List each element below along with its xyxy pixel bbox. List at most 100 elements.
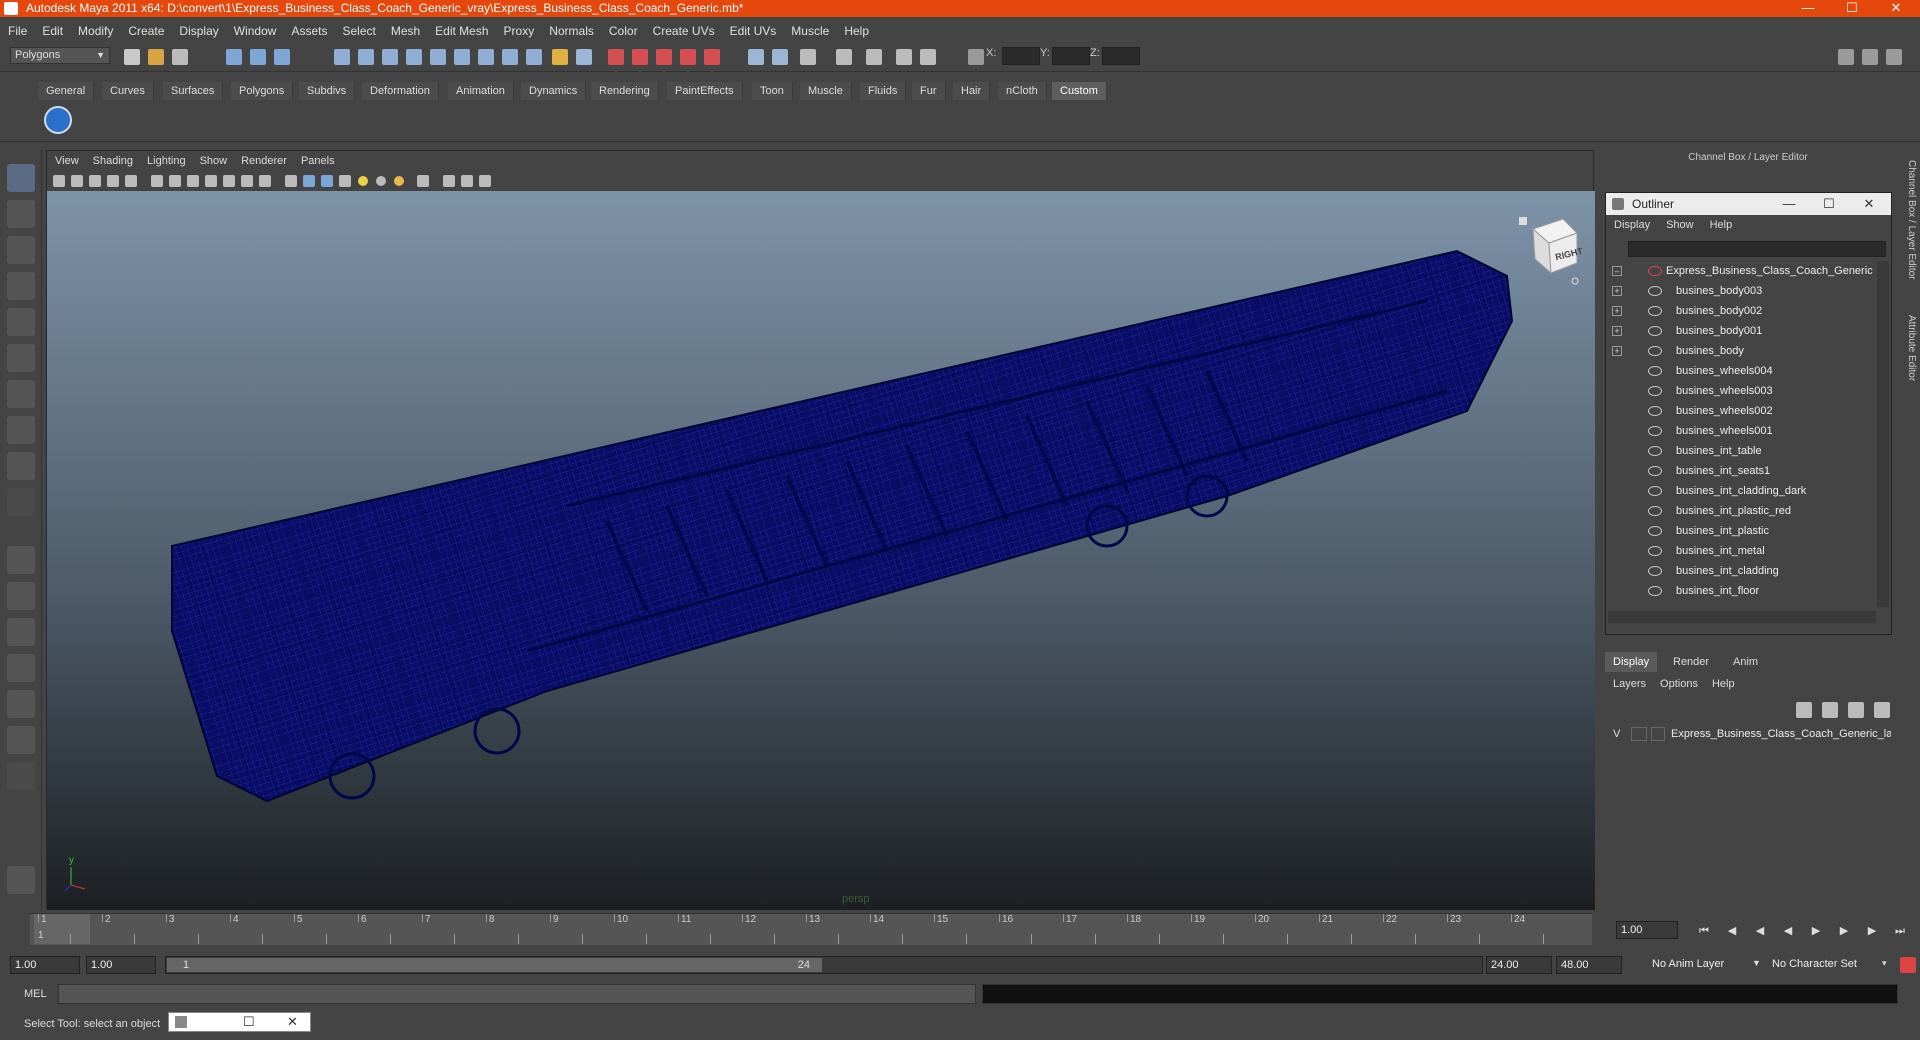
move-tool-icon[interactable] [7,272,35,300]
outliner-item[interactable]: busines_wheels001 [1606,421,1876,441]
playback-end-field[interactable]: 24.00 [1486,956,1552,974]
pick-mask-2-icon[interactable] [358,49,374,65]
shelf-tab-curves[interactable]: Curves [102,82,154,100]
shelf-tab-dynamics[interactable]: Dynamics [521,82,587,100]
menu-select[interactable]: Select [342,24,375,38]
minimized-window-tab[interactable]: ☐ ✕ [168,1012,311,1032]
menu-mesh[interactable]: Mesh [391,24,420,38]
outliner-minimize-icon[interactable]: — [1769,193,1809,215]
menu-edit-mesh[interactable]: Edit Mesh [435,24,488,38]
input-line-icon[interactable] [866,49,882,65]
pick-mask-icon[interactable] [334,49,350,65]
menu-set-dropdown[interactable]: Polygons ▼ [10,47,110,64]
perspective-outliner-layout-icon[interactable] [7,618,35,646]
pick-mask-6-icon[interactable] [454,49,470,65]
menu-normals[interactable]: Normals [549,24,594,38]
character-set-dropdown[interactable]: No Character Set [1768,956,1878,974]
outliner-item[interactable]: busines_wheels002 [1606,401,1876,421]
menu-proxy[interactable]: Proxy [504,24,535,38]
snap-to-point-icon[interactable] [608,49,624,65]
soft-modification-icon[interactable] [7,416,35,444]
layout-options-icon[interactable] [7,762,35,790]
hypershade-icon[interactable] [836,49,852,65]
rotate-tool-icon[interactable] [7,308,35,336]
outliner-horizontal-scrollbar[interactable] [1608,611,1876,623]
command-history-icon[interactable] [7,866,35,894]
show-channel-box-icon[interactable] [1886,49,1902,65]
help-question-icon[interactable] [526,49,542,65]
universal-manipulator-icon[interactable] [7,380,35,408]
playback-start-field[interactable]: 1.00 [86,956,156,974]
expand-icon[interactable]: + [1612,346,1622,356]
outliner-item[interactable]: busines_int_floor [1606,581,1876,601]
show-attribute-editor-icon[interactable] [1838,49,1854,65]
coach-wireframe-model[interactable] [47,191,1595,910]
last-tool-icon[interactable] [7,488,35,516]
paint-select-tool-icon[interactable] [7,236,35,264]
expand-icon[interactable]: + [1612,326,1622,336]
layer-template-toggle[interactable] [1631,727,1647,741]
relative-mode-icon[interactable] [920,49,936,65]
pick-mask-5-icon[interactable] [430,49,446,65]
render-current-frame-icon[interactable] [748,49,764,65]
select-by-component-icon[interactable] [274,49,290,65]
outliner-item[interactable]: busines_wheels003 [1606,381,1876,401]
menu-file[interactable]: File [8,24,27,38]
outliner-menu-show[interactable]: Show [1666,219,1694,231]
play-forward-icon[interactable]: ▶ [1809,924,1823,938]
snap-to-curve-icon[interactable] [576,49,592,65]
select-by-object-icon[interactable] [250,49,266,65]
menu-window[interactable]: Window [234,24,277,38]
open-scene-icon[interactable] [148,49,164,65]
panel-menu-show[interactable]: Show [200,155,228,167]
go-to-start-icon[interactable]: ⏮ [1697,924,1711,938]
panel-menu-lighting[interactable]: Lighting [147,155,186,167]
expand-icon[interactable]: + [1612,306,1622,316]
save-scene-icon[interactable] [172,49,188,65]
outliner-item[interactable]: busines_int_seats1 [1606,461,1876,481]
menu-modify[interactable]: Modify [78,24,113,38]
pick-mask-7-icon[interactable] [478,49,494,65]
play-backward-icon[interactable]: ◀ [1781,924,1795,938]
outliner-item[interactable]: busines_int_table [1606,441,1876,461]
outliner-item[interactable]: busines_int_cladding_dark [1606,481,1876,501]
viewport-3d[interactable]: RIGHT y persp [47,191,1595,910]
shelf-tab-custom[interactable]: Custom [1052,82,1107,100]
shelf-tab-ncloth[interactable]: nCloth [998,82,1047,100]
numeric-input-icon[interactable] [968,49,984,65]
shelf-tab-rendering[interactable]: Rendering [591,82,659,100]
shelf-tab-fur[interactable]: Fur [912,82,946,100]
mel-label[interactable]: MEL [24,988,47,1000]
panel-menu-shading[interactable]: Shading [93,155,133,167]
history-icon[interactable] [680,49,696,65]
outliner-item[interactable]: busines_int_cladding [1606,561,1876,581]
anim-layer-dropdown-arrow-icon[interactable]: ▼ [1752,958,1761,968]
ipr-render-icon[interactable] [772,49,788,65]
time-slider[interactable]: 1 1 2 3 4 5 6 7 8 9 10 11 12 13 14 15 16 17 18 19 20 21 22 23 2… [30,913,1592,945]
menu-create-uvs[interactable]: Create UVs [653,24,715,38]
step-back-frame-icon[interactable]: ◀ [1725,924,1739,938]
outliner-menu-help[interactable]: Help [1710,219,1733,231]
shelf-tab-deformation[interactable]: Deformation [362,82,439,100]
layer-color-swatch[interactable] [1651,727,1665,741]
animation-start-field[interactable]: 1.00 [10,956,80,974]
outliner-item[interactable]: + busines_body003 [1606,281,1876,301]
collapse-icon[interactable]: – [1612,266,1622,276]
perspective-graph-layout-icon[interactable] [7,654,35,682]
render-settings-icon[interactable] [800,49,816,65]
layer-visibility-toggle[interactable]: V [1613,724,1620,744]
select-by-hierarchy-icon[interactable] [226,49,242,65]
expand-icon[interactable]: + [1612,286,1622,296]
side-tab-channel-box[interactable]: Channel Box / Layer Editor [1901,160,1917,280]
shelf-tab-hair[interactable]: Hair [953,82,991,100]
minimize-icon[interactable]: — [1786,0,1830,17]
four-view-layout-icon[interactable] [7,582,35,610]
shelf-tab-polygons[interactable]: Polygons [231,82,294,100]
minimized-close-icon[interactable]: ✕ [287,1014,298,1030]
new-layer-selected-icon[interactable] [1822,702,1838,718]
layer-tab-anim[interactable]: Anim [1725,652,1766,672]
x-field[interactable] [1002,47,1040,65]
outliner-item[interactable]: busines_wheels004 [1606,361,1876,381]
outliner-item[interactable]: busines_int_plastic_red [1606,501,1876,521]
key-icon[interactable]: ▾ [1882,958,1887,969]
